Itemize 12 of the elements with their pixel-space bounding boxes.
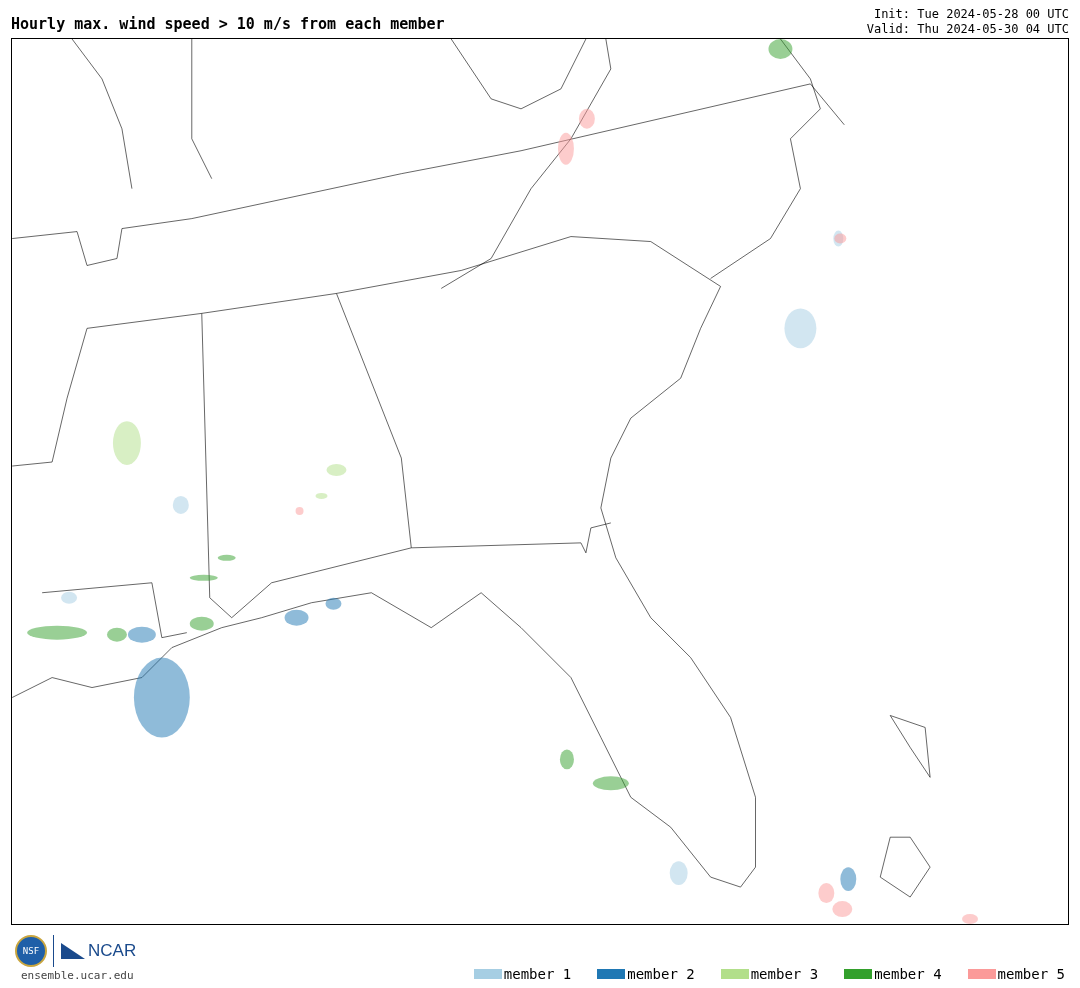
legend-label: member 3 xyxy=(750,966,819,982)
ncar-logo: NCAR xyxy=(88,941,137,961)
valid-time: Valid: Thu 2024-05-30 04 UTC xyxy=(866,22,1069,37)
nsf-logo: NSF xyxy=(15,935,47,967)
init-time: Init: Tue 2024-05-28 00 UTC xyxy=(873,7,1069,22)
legend-label: member 4 xyxy=(874,966,942,982)
website-url: ensemble.ucar.edu xyxy=(20,969,135,982)
ncar-emblem-icon xyxy=(60,942,86,960)
legend-label: member 1 xyxy=(503,966,572,982)
legend-label: member 2 xyxy=(627,966,695,982)
legend-label: member 5 xyxy=(997,966,1065,982)
chart-title: Hourly max. wind speed > 10 m/s from each member xyxy=(11,15,445,35)
